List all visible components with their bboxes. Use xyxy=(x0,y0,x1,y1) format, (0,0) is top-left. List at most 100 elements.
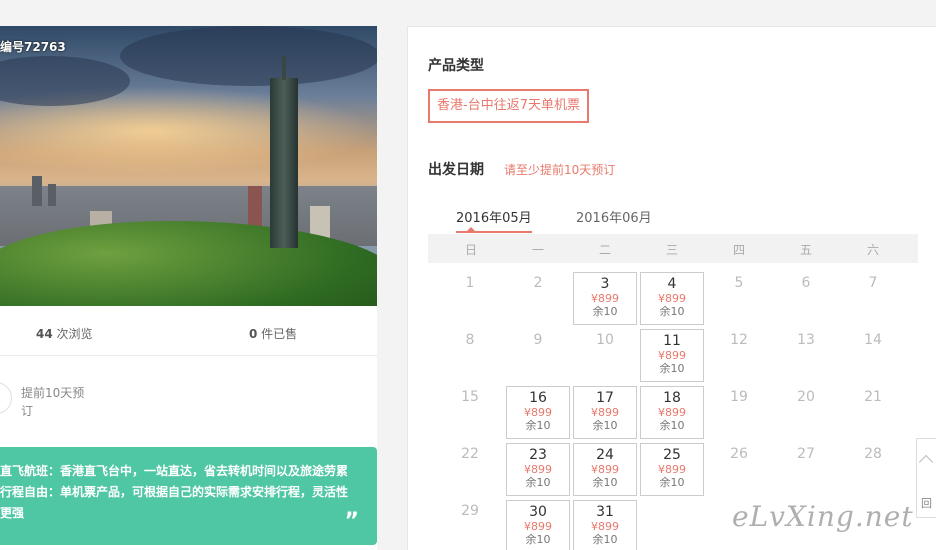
day-number: 31 xyxy=(596,504,614,520)
day-price: ¥899 xyxy=(524,520,552,533)
calendar-day: 5 xyxy=(707,272,771,325)
views-count: 44 xyxy=(36,327,53,341)
calendar-day-available[interactable]: 25 ¥899 余10 xyxy=(640,443,704,496)
day-number: 20 xyxy=(797,389,815,405)
calendar-day: 1 xyxy=(438,272,502,325)
departure-date-label: 出发日期 xyxy=(428,162,484,178)
day-number: 28 xyxy=(864,446,882,462)
calendar-day: 10 xyxy=(573,329,637,382)
day-number: 1 xyxy=(465,275,475,291)
day-price: ¥899 xyxy=(591,463,619,476)
product-photo: 编号72763 xyxy=(0,26,377,306)
product-type-option[interactable]: 香港-台中往返7天单机票 xyxy=(428,89,589,123)
calendar-day: 6 xyxy=(774,272,838,325)
divider xyxy=(0,355,377,356)
calendar-day: 28 xyxy=(841,443,905,496)
calendar-day-available[interactable]: 17 ¥899 余10 xyxy=(573,386,637,439)
calendar-day-available[interactable]: 11 ¥899 余10 xyxy=(640,329,704,382)
day-number: 6 xyxy=(801,275,811,291)
day-remaining: 余10 xyxy=(525,533,551,546)
photo-tower-spire xyxy=(282,56,286,80)
day-number: 2 xyxy=(533,275,543,291)
calendar-day: 22 xyxy=(438,443,502,496)
day-price: ¥899 xyxy=(524,406,552,419)
day-remaining: 余10 xyxy=(659,305,685,318)
calendar-day-available[interactable]: 18 ¥899 余10 xyxy=(640,386,704,439)
weekday-label: 一 xyxy=(531,243,544,257)
calendar-weekday-header: 日 一 二 三 四 五 六 xyxy=(428,234,918,263)
day-number: 11 xyxy=(663,333,681,349)
promo-line: 更强 xyxy=(0,506,25,520)
weekday-label: 四 xyxy=(732,243,745,257)
date-hint: 请至少提前10天预订 xyxy=(504,163,616,177)
calendar-day-available[interactable]: 30 ¥899 余10 xyxy=(506,500,570,550)
booking-panel: 产品类型 香港-台中往返7天单机票 出发日期 请至少提前10天预订 2016年0… xyxy=(407,26,936,550)
day-price: ¥899 xyxy=(658,349,686,362)
sold-stat: 0 件已售 xyxy=(249,325,297,342)
day-price: ¥899 xyxy=(658,463,686,476)
photo-tower xyxy=(270,78,298,248)
day-number: 26 xyxy=(730,446,748,462)
weekday-label: 五 xyxy=(799,243,812,257)
sold-label: 件已售 xyxy=(257,327,298,341)
day-price: ¥899 xyxy=(591,520,619,533)
day-number: 3 xyxy=(600,276,610,292)
back-to-top-button[interactable]: 回 xyxy=(916,438,936,518)
calendar-day: 21 xyxy=(841,386,905,439)
weekday-label: 二 xyxy=(598,243,611,257)
day-number: 9 xyxy=(533,332,543,348)
calendar-day-available[interactable]: 31 ¥899 余10 xyxy=(573,500,637,550)
day-number: 4 xyxy=(667,276,677,292)
clock-icon xyxy=(0,382,12,414)
day-remaining: 余10 xyxy=(659,419,685,432)
calendar-day-available[interactable]: 3 ¥899 余10 xyxy=(573,272,637,325)
day-price: ¥899 xyxy=(591,406,619,419)
day-remaining: 余10 xyxy=(592,419,618,432)
day-number: 12 xyxy=(730,332,748,348)
day-remaining: 余10 xyxy=(525,476,551,489)
day-remaining: 余10 xyxy=(592,533,618,546)
weekday-label: 日 xyxy=(464,243,477,257)
back-to-top-label: 回 xyxy=(921,497,932,510)
calendar-day-available[interactable]: 4 ¥899 余10 xyxy=(640,272,704,325)
tab-month-june[interactable]: 2016年06月 xyxy=(576,207,652,233)
day-number: 25 xyxy=(663,447,681,463)
calendar-day: 8 xyxy=(438,329,502,382)
day-remaining: 余10 xyxy=(592,305,618,318)
calendar-day: 27 xyxy=(774,443,838,496)
calendar-day: 13 xyxy=(774,329,838,382)
calendar-day: 9 xyxy=(506,329,570,382)
day-number: 21 xyxy=(864,389,882,405)
day-remaining: 余10 xyxy=(525,419,551,432)
day-number: 14 xyxy=(864,332,882,348)
day-number: 16 xyxy=(529,390,547,406)
day-number: 10 xyxy=(596,332,614,348)
calendar-day-available[interactable]: 24 ¥899 余10 xyxy=(573,443,637,496)
day-number: 30 xyxy=(529,504,547,520)
calendar-day: 2 xyxy=(506,272,570,325)
weekday-label: 三 xyxy=(665,243,678,257)
calendar-day-available[interactable]: 16 ¥899 余10 xyxy=(506,386,570,439)
stats-bar: 44 次浏览 0 件已售 xyxy=(0,321,377,345)
views-label: 次浏览 xyxy=(52,327,93,341)
calendar-day: 12 xyxy=(707,329,771,382)
day-number: 24 xyxy=(596,447,614,463)
day-number: 15 xyxy=(461,389,479,405)
active-tab-caret-icon xyxy=(466,227,476,232)
day-number: 22 xyxy=(461,446,479,462)
day-number: 8 xyxy=(465,332,475,348)
day-number: 18 xyxy=(663,390,681,406)
day-number: 17 xyxy=(596,390,614,406)
day-price: ¥899 xyxy=(524,463,552,476)
calendar-day-available[interactable]: 23 ¥899 余10 xyxy=(506,443,570,496)
day-number: 27 xyxy=(797,446,815,462)
photo-building xyxy=(48,184,56,206)
promo-box: 直飞航班：香港直飞台中，一站直达，省去转机时间以及旅途劳累 行程自由：单机票产品… xyxy=(0,447,377,545)
photo-id-label: 编号72763 xyxy=(0,40,66,54)
day-number: 29 xyxy=(461,503,479,519)
day-price: ¥899 xyxy=(658,292,686,305)
day-number: 13 xyxy=(797,332,815,348)
promo-line: 行程自由：单机票产品，可根据自己的实际需求安排行程，灵活性 xyxy=(0,485,349,499)
quote-icon: ” xyxy=(344,509,359,534)
photo-building xyxy=(248,186,262,226)
